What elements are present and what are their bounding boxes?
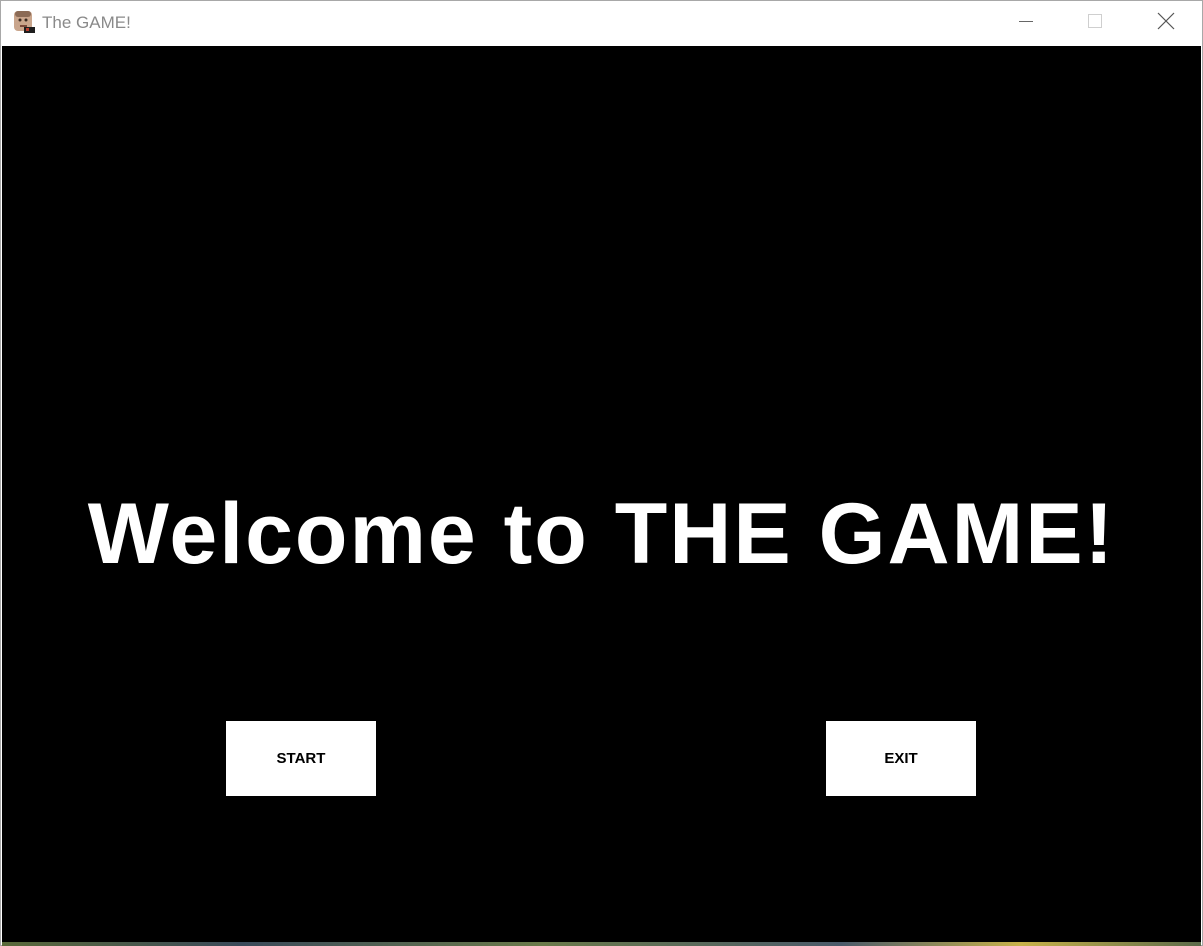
exit-button-label: EXIT	[884, 750, 918, 767]
start-button-label: START	[276, 750, 326, 767]
minimize-icon	[1018, 13, 1034, 34]
game-window: The GAME! Welcome to THE GAME! START EXI…	[0, 0, 1203, 946]
maximize-icon	[1087, 13, 1103, 34]
title-bar[interactable]: The GAME!	[1, 1, 1202, 45]
minimize-button[interactable]	[992, 1, 1060, 45]
close-button[interactable]	[1132, 1, 1200, 45]
close-icon	[1157, 12, 1175, 35]
app-face-icon[interactable]	[12, 10, 36, 34]
start-button[interactable]: START	[226, 721, 376, 796]
window-title: The GAME!	[42, 13, 131, 32]
maximize-button[interactable]	[1061, 1, 1129, 45]
exit-button[interactable]: EXIT	[826, 721, 976, 796]
desktop-background-strip	[2, 942, 1201, 946]
game-canvas: Welcome to THE GAME! START EXIT	[2, 46, 1201, 942]
welcome-heading: Welcome to THE GAME!	[87, 486, 1116, 582]
